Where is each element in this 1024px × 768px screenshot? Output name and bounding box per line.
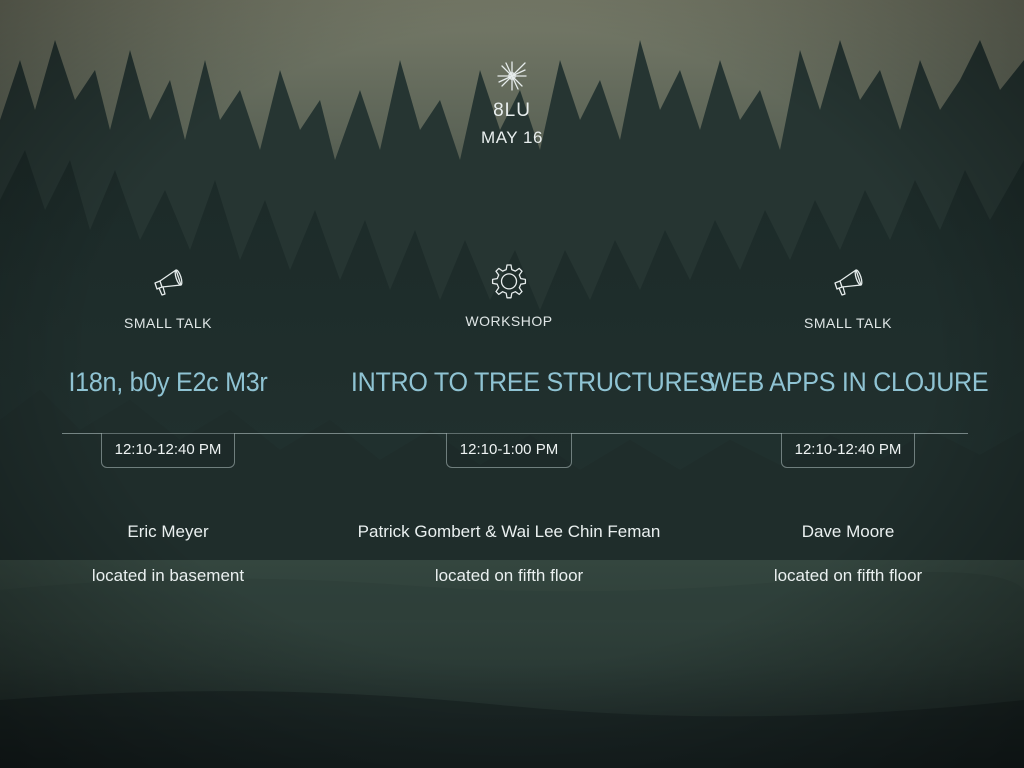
session-card[interactable]: SMALL TALK I18n, b0y E2c M3r 12:10-12:40…	[0, 262, 338, 587]
session-title[interactable]: INTRO TO TREE STRUCTURES	[351, 365, 716, 399]
session-location: located on fifth floor	[434, 566, 584, 585]
session-card[interactable]: WORKSHOP INTRO TO TREE STRUCTURES 12:10-…	[339, 262, 716, 587]
session-type: SMALL TALK	[803, 315, 892, 331]
session-title[interactable]: I18n, b0y E2c M3r	[10, 365, 326, 399]
session-time-badge: 12:10-12:40 PM	[100, 433, 236, 468]
session-speaker: Patrick Gombert & Wai Lee Chin Feman	[357, 522, 661, 541]
starburst-icon	[497, 61, 527, 91]
event-header: 8LU MAY 16	[0, 58, 1024, 148]
session-speaker: Eric Meyer	[127, 522, 209, 541]
session-card[interactable]: SMALL TALK WEB APPS IN CLOJURE 12:10-12:…	[678, 262, 1018, 587]
session-title[interactable]: WEB APPS IN CLOJURE	[690, 365, 1006, 399]
megaphone-icon	[154, 269, 183, 296]
event-brand: 8LU	[493, 100, 531, 121]
session-location: located on fifth floor	[773, 566, 923, 585]
event-date: MAY 16	[481, 128, 543, 147]
session-time-badge: 12:10-12:40 PM	[780, 433, 916, 468]
gear-icon	[491, 264, 527, 299]
session-location: located in basement	[91, 566, 245, 585]
session-type: WORKSHOP	[465, 313, 553, 329]
session-speaker: Dave Moore	[801, 522, 895, 541]
session-time-badge: 12:10-1:00 PM	[445, 433, 573, 468]
megaphone-icon	[834, 269, 863, 296]
session-type: SMALL TALK	[123, 315, 212, 331]
